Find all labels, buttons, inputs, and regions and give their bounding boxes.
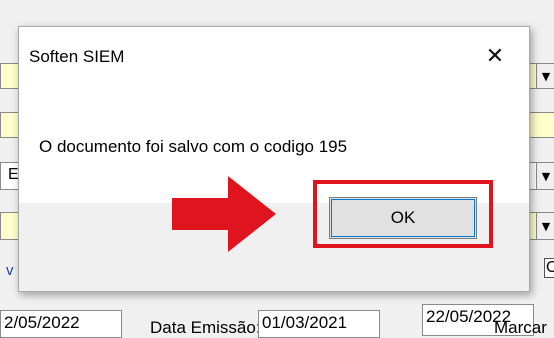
bg-dropdown-2[interactable]: ▼ — [536, 162, 554, 190]
bg-fragment-v: v — [6, 262, 14, 279]
bg-fragment-o[interactable]: O — [544, 258, 554, 278]
bg-date-left: 2/05/2022 — [4, 313, 80, 332]
arrow-right-icon — [172, 176, 276, 252]
message-dialog: Soften SIEM ✕ O documento foi salvo com … — [18, 26, 530, 292]
bg-data-emissao-value: 01/03/2021 — [262, 313, 348, 332]
bg-data-emissao-label: Data Emissão: — [150, 318, 261, 337]
close-icon[interactable]: ✕ — [475, 41, 515, 71]
ok-button[interactable]: OK — [329, 197, 477, 239]
bg-marcar-label: Marcar — [494, 318, 547, 337]
bg-dropdown-3[interactable]: ▼ — [536, 212, 554, 240]
dialog-title: Soften SIEM — [29, 47, 125, 66]
dialog-message: O documento foi salvo com o codigo 195 — [39, 137, 348, 156]
bg-dropdown-1[interactable]: ▼ — [536, 63, 554, 89]
